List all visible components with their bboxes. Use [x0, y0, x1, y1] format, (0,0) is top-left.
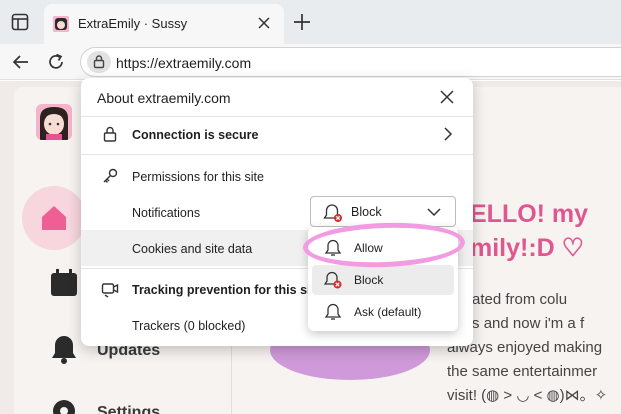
- avatar[interactable]: [36, 104, 72, 140]
- chevron-down-icon: [427, 208, 441, 217]
- notifications-select-value: Block: [351, 205, 382, 219]
- page-heading: ELLO! my mily!:D ♡: [470, 200, 589, 262]
- address-bar[interactable]: https://extraemily.com: [80, 47, 621, 77]
- home-icon[interactable]: [39, 203, 69, 233]
- close-tab-icon[interactable]: [256, 15, 272, 31]
- divider: [81, 116, 473, 117]
- calendar-icon[interactable]: [49, 268, 79, 298]
- option-block[interactable]: Block: [312, 265, 454, 295]
- bell-blocked-icon: [324, 271, 342, 289]
- bell-icon: [324, 303, 342, 320]
- toolbar: https://extraemily.com: [0, 44, 621, 80]
- window-menu-icon[interactable]: [10, 12, 30, 32]
- permissions-header: Permissions for this site: [132, 170, 264, 184]
- notifications-label: Notifications: [132, 206, 201, 220]
- tracking-header: Tracking prevention for this site: [132, 283, 322, 297]
- cookies-label: Cookies and site data: [132, 242, 253, 256]
- tracking-prevention-icon: [101, 283, 119, 298]
- chevron-right-icon: [444, 127, 453, 141]
- refresh-icon[interactable]: [46, 52, 66, 72]
- connection-label: Connection is secure: [132, 128, 259, 142]
- site-info-button[interactable]: [87, 51, 111, 73]
- gear-icon[interactable]: [49, 396, 79, 414]
- bell-icon[interactable]: [49, 334, 79, 364]
- divider: [81, 154, 473, 155]
- bell-blocked-icon: [323, 204, 342, 222]
- tab-title: ExtraEmily · Sussy: [78, 16, 188, 31]
- sidebar-item-settings[interactable]: Settings: [97, 404, 160, 414]
- url-text: https://extraemily.com: [116, 55, 252, 71]
- browser-tab[interactable]: ExtraEmily · Sussy: [44, 4, 284, 44]
- trackers-count[interactable]: Trackers (0 blocked): [132, 319, 245, 333]
- site-favicon-icon: [53, 16, 69, 32]
- key-icon: [103, 168, 118, 183]
- new-tab-icon[interactable]: [292, 12, 312, 32]
- back-arrow-icon[interactable]: [11, 52, 31, 72]
- close-icon[interactable]: [439, 89, 455, 105]
- popup-title: About extraemily.com: [97, 90, 231, 106]
- lock-icon: [93, 55, 105, 69]
- option-ask-default[interactable]: Ask (default): [312, 297, 454, 327]
- tab-strip: ExtraEmily · Sussy: [0, 0, 621, 44]
- lock-icon: [103, 126, 117, 142]
